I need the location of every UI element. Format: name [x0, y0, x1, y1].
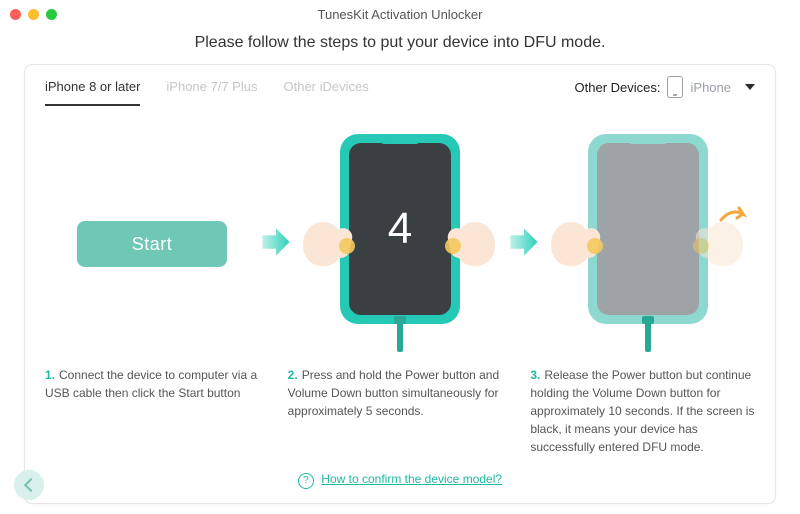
arrow-icon: [507, 225, 541, 264]
hand-right-icon: [703, 222, 745, 272]
other-devices-value: iPhone: [691, 80, 731, 95]
cable-icon: [397, 322, 403, 352]
question-icon: ?: [298, 473, 314, 489]
hand-right-icon: [455, 222, 497, 272]
caption-3: 3.Release the Power button but continue …: [530, 366, 755, 456]
back-button[interactable]: [14, 470, 44, 500]
arrow-icon: [259, 225, 293, 264]
help-row: ? How to confirm the device model?: [45, 472, 755, 489]
captions-row: 1.Connect the device to computer via a U…: [45, 366, 755, 456]
phone-icon: [667, 76, 683, 98]
countdown-value: 4: [388, 204, 412, 254]
caption-1: 1.Connect the device to computer via a U…: [45, 366, 270, 456]
hand-left-icon: [551, 222, 593, 272]
other-devices-selector[interactable]: Other Devices: iPhone: [575, 76, 755, 98]
window-title: TunesKit Activation Unlocker: [0, 7, 800, 22]
caption-2: 2.Press and hold the Power button and Vo…: [288, 366, 513, 456]
step3-illustration: [563, 134, 733, 354]
tab-iphone8[interactable]: iPhone 8 or later: [45, 69, 140, 106]
start-button[interactable]: Start: [77, 221, 227, 267]
tab-iphone7[interactable]: iPhone 7/7 Plus: [166, 69, 257, 106]
tab-other[interactable]: Other iDevices: [283, 69, 368, 106]
main-card: iPhone 8 or later iPhone 7/7 Plus Other …: [24, 64, 776, 504]
chevron-down-icon: [745, 84, 755, 90]
page-subtitle: Please follow the steps to put your devi…: [0, 34, 800, 52]
step2-illustration: 4: [315, 134, 485, 354]
cable-icon: [645, 322, 651, 352]
steps-row: Start 4: [45, 134, 755, 354]
hand-left-icon: [303, 222, 345, 272]
other-devices-label: Other Devices:: [575, 80, 661, 95]
confirm-model-link[interactable]: How to confirm the device model?: [321, 472, 502, 486]
device-tabs: iPhone 8 or later iPhone 7/7 Plus Other …: [45, 69, 369, 106]
